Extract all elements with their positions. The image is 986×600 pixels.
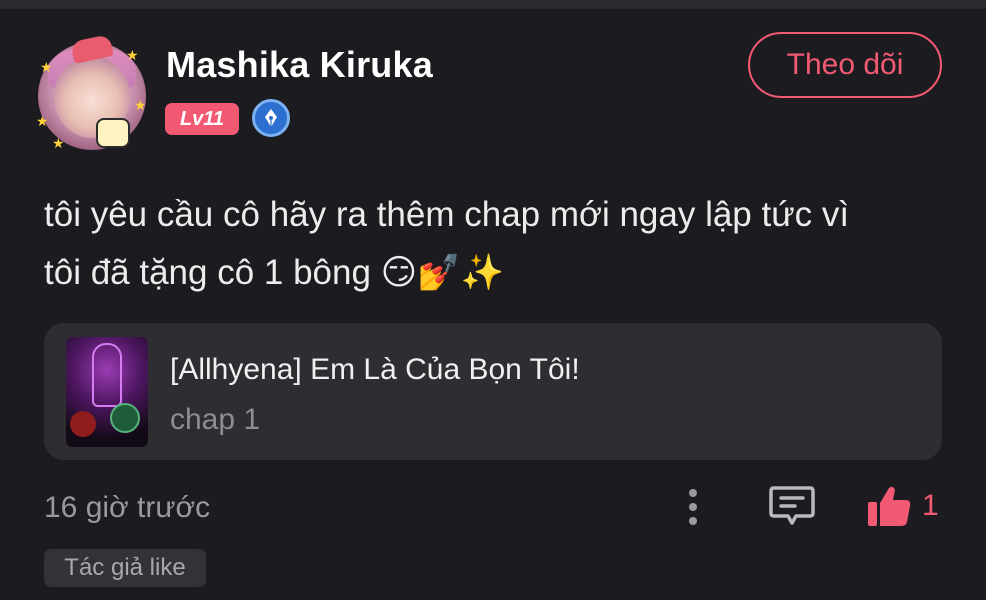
story-title: [Allhyena] Em Là Của Bọn Tôi! [170, 353, 580, 386]
like-count: 1 [922, 489, 939, 522]
comment-line: tôi yêu cầu cô hãy ra thêm chap mới ngay… [44, 195, 850, 234]
comment-line: tôi đã tặng cô 1 bông 😏💅✨ [44, 244, 944, 302]
story-cover-shape [110, 403, 140, 433]
star-icon: ★ [40, 59, 53, 75]
follow-button[interactable]: Theo dõi [748, 32, 942, 98]
level-badge: Lv11 [165, 103, 239, 135]
like-button[interactable]: 1 [866, 482, 946, 530]
story-cover-shape [70, 411, 96, 437]
star-icon: ★ [52, 135, 65, 151]
story-chapter: chap 1 [170, 403, 261, 436]
avatar-pet [96, 118, 130, 148]
thumbs-up-icon [868, 486, 911, 526]
timestamp: 16 giờ trước [44, 491, 211, 524]
story-cover-figure [92, 343, 122, 407]
more-vertical-icon[interactable] [682, 486, 704, 528]
comment-emojis: 😏💅✨ [380, 253, 505, 293]
star-icon: ★ [134, 97, 147, 113]
comment-icon[interactable] [768, 484, 816, 528]
star-icon: ★ [36, 113, 49, 129]
comment-text: tôi yêu cầu cô hãy ra thêm chap mới ngay… [44, 186, 944, 302]
username[interactable]: Mashika Kiruka [166, 44, 433, 86]
star-icon: ★ [126, 47, 139, 63]
comment-line-text: tôi đã tặng cô 1 bông [44, 253, 381, 292]
pen-nib-icon [252, 99, 290, 137]
linked-story-card[interactable]: [Allhyena] Em Là Của Bọn Tôi! chap 1 [44, 323, 942, 460]
avatar[interactable]: ★ ★ ★ ★ ★ [34, 34, 150, 154]
top-divider [0, 0, 986, 9]
author-liked-badge: Tác giả like [44, 549, 206, 587]
story-cover [66, 337, 148, 447]
